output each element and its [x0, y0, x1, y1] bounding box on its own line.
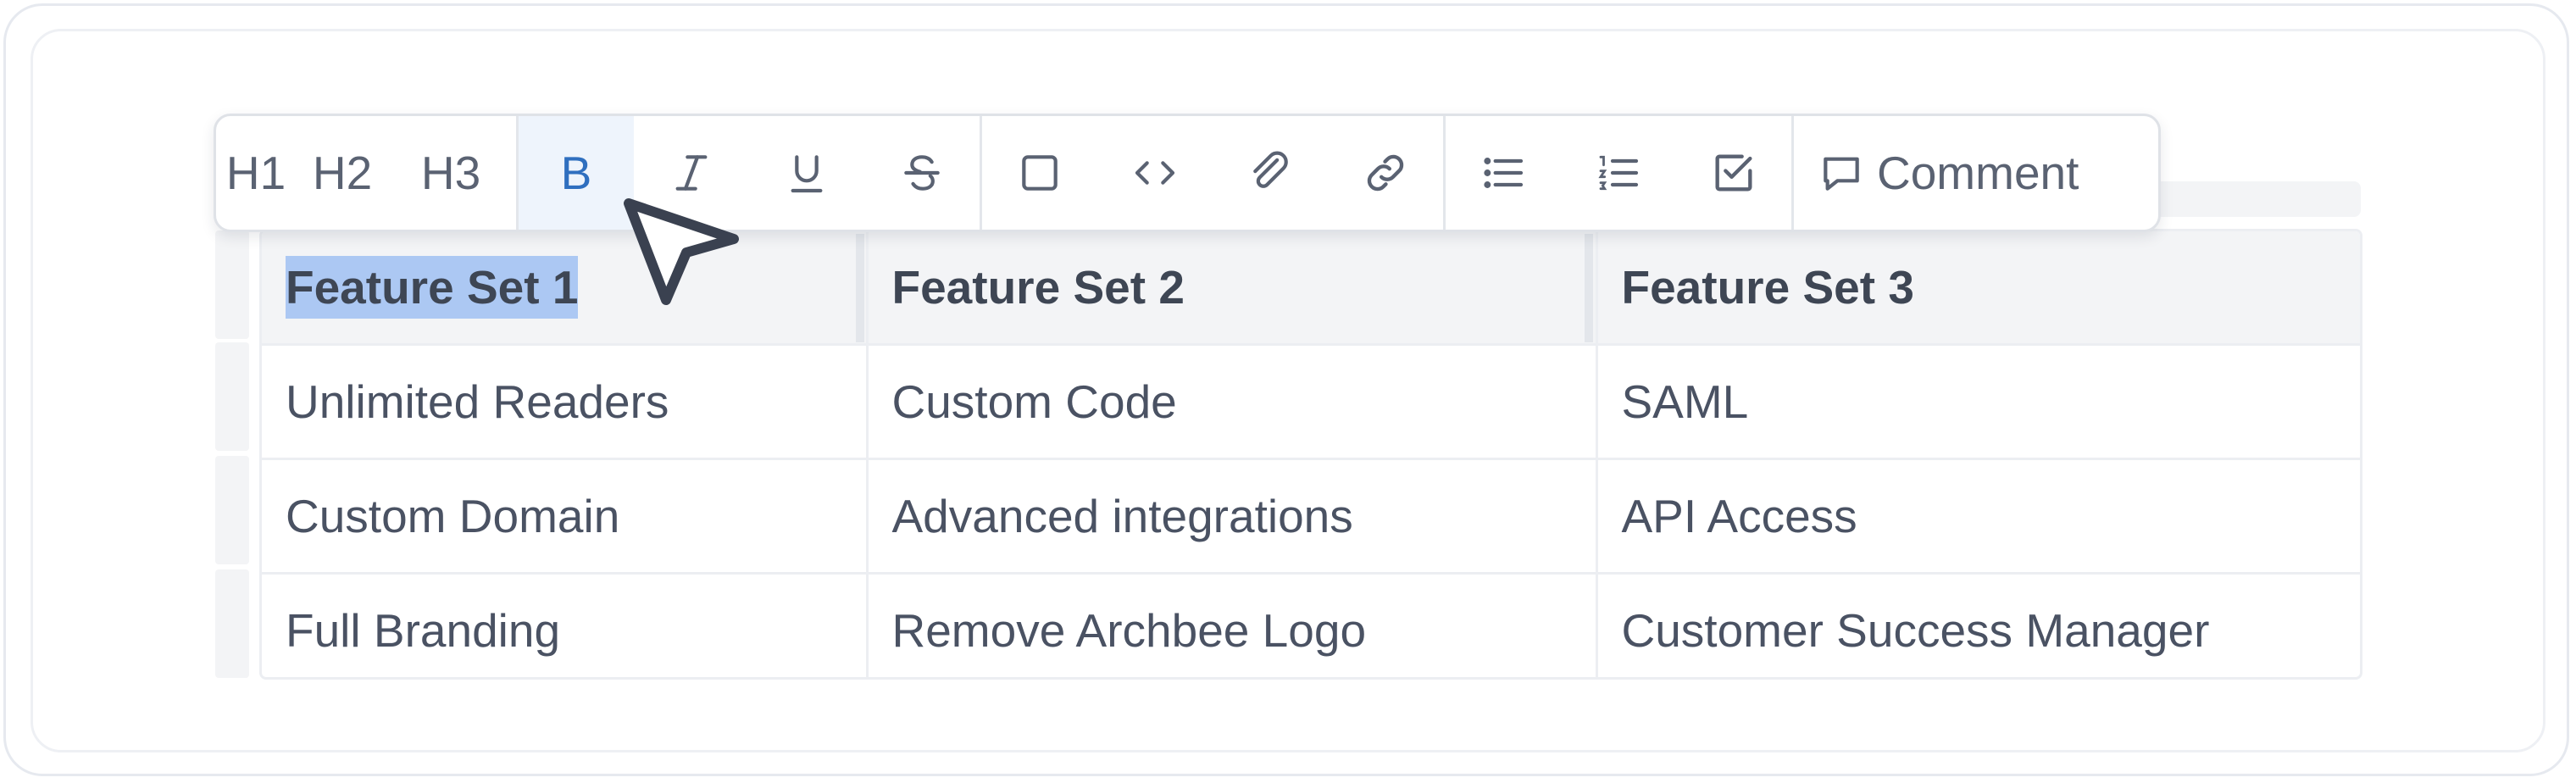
table-header-cell[interactable]: Feature Set 1: [262, 231, 869, 346]
attachment-icon: [1253, 151, 1288, 188]
code-button[interactable]: [1097, 116, 1213, 230]
table-row: Full Branding Remove Archbee Logo Custom…: [262, 572, 2360, 677]
code-icon: [1135, 161, 1175, 185]
table-header-cell[interactable]: Feature Set 2: [865, 231, 1598, 346]
table-cell[interactable]: API Access: [1595, 458, 2360, 575]
bullet-list-button[interactable]: [1446, 116, 1561, 230]
italic-icon: [675, 155, 708, 191]
table-header-text: Feature Set 2: [891, 261, 1185, 314]
bold-icon: B: [560, 147, 592, 199]
box-button[interactable]: [982, 116, 1097, 230]
table-header-cell[interactable]: Feature Set 3: [1595, 231, 2360, 346]
table-row: Custom Domain Advanced integrations API …: [262, 458, 2360, 575]
underline-button[interactable]: [749, 116, 864, 230]
table-cell[interactable]: Advanced integrations: [865, 458, 1598, 575]
table-cell[interactable]: Customer Success Manager: [1595, 572, 2360, 677]
bullet-list-icon: [1484, 158, 1524, 188]
comment-label: Comment: [1877, 147, 2079, 199]
list-group: [1446, 116, 1794, 230]
numbered-list-button[interactable]: [1561, 116, 1676, 230]
column-resize-handle[interactable]: [856, 234, 864, 342]
table-cell[interactable]: Custom Code: [865, 343, 1598, 460]
heading-1-button[interactable]: H1: [216, 116, 286, 230]
feature-table: Feature Set 1 Feature Set 2 Feature Set …: [259, 229, 2362, 680]
table-header-row: Feature Set 1 Feature Set 2 Feature Set …: [262, 231, 2360, 346]
link-icon: [1367, 154, 1404, 192]
checklist-button[interactable]: [1676, 116, 1791, 230]
row-handle-4[interactable]: [215, 569, 249, 678]
strikethrough-button[interactable]: [864, 116, 980, 230]
heading-2-button[interactable]: H2: [286, 116, 399, 230]
table-row: Unlimited Readers Custom Code SAML: [262, 343, 2360, 460]
comment-icon: [1824, 157, 1859, 191]
heading-3-button[interactable]: H3: [399, 116, 516, 230]
mouse-cursor-icon: [624, 198, 739, 305]
underline-icon: [791, 155, 823, 193]
link-button[interactable]: [1328, 116, 1443, 230]
comment-group: Comment: [1794, 116, 2096, 230]
table-cell[interactable]: Custom Domain: [262, 458, 869, 575]
checklist-icon: [1715, 154, 1752, 192]
box-icon: [1022, 155, 1058, 191]
insert-group: [982, 116, 1446, 230]
selected-header-text[interactable]: Feature Set 1: [286, 256, 579, 319]
strikethrough-icon: [904, 155, 940, 191]
heading-group: H1 H2 H3: [216, 116, 519, 230]
attachment-button[interactable]: [1213, 116, 1328, 230]
table-cell[interactable]: Unlimited Readers: [262, 343, 869, 460]
table-cell[interactable]: SAML: [1595, 343, 2360, 460]
row-handle-2[interactable]: [215, 342, 249, 451]
table-header-text: Feature Set 3: [1621, 261, 1914, 314]
numbered-list-icon: [1598, 155, 1639, 191]
table-cell[interactable]: Full Branding: [262, 572, 869, 677]
row-handle-1[interactable]: [215, 230, 249, 339]
table-cell[interactable]: Remove Archbee Logo: [865, 572, 1598, 677]
text-format-group: B: [519, 116, 982, 230]
column-resize-handle[interactable]: [1585, 234, 1593, 342]
comment-button[interactable]: Comment: [1794, 116, 2096, 230]
row-handle-3[interactable]: [215, 456, 249, 564]
formatting-toolbar: H1 H2 H3 B Comment: [214, 114, 2161, 232]
